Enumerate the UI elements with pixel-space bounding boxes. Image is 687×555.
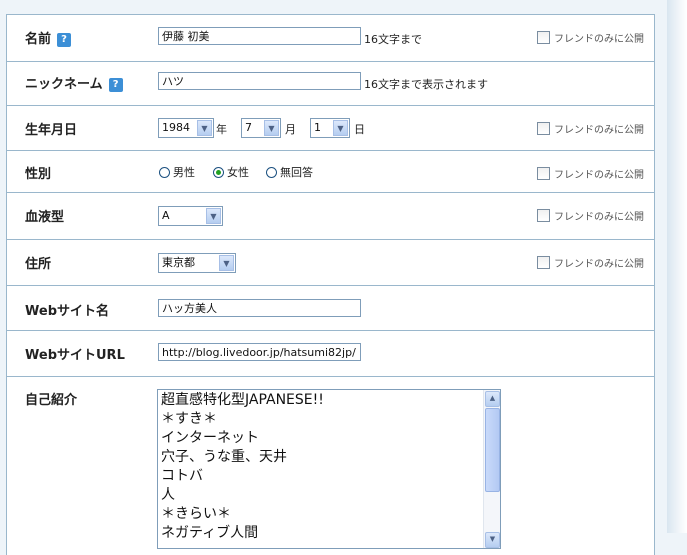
gender-male-radio[interactable]: 男性 — [159, 164, 195, 180]
nickname-note: 16文字まで表示されます — [364, 78, 488, 91]
intro-text: 超直感特化型JAPANESE!! ＊すき＊ インターネット穴子、うな重、天井 コトバ人… — [161, 391, 324, 543]
year-unit: 年 — [216, 123, 227, 136]
blood-type-public-option[interactable]: フレンドのみに公開 — [537, 208, 644, 223]
intro-textarea[interactable]: 超直感特化型JAPANESE!! ＊すき＊ インターネット穴子、うな重、天井 コトバ人… — [157, 389, 501, 549]
row-blood-type: 血液型 A ▼ フレンドのみに公開 — [7, 192, 654, 240]
website-url-label: WebサイトURL — [25, 348, 125, 363]
row-birthday: 生年月日 1984 ▼ 年 7 ▼ 月 1 ▼ 日 フレンドのみに公開 — [7, 105, 654, 151]
website-name-input[interactable]: ハッ方美人 — [158, 299, 361, 317]
radio-icon[interactable] — [159, 167, 170, 178]
address-select[interactable]: 東京都 ▼ — [158, 253, 236, 273]
blood-type-label: 血液型 — [25, 210, 65, 225]
birthday-public-option[interactable]: フレンドのみに公開 — [537, 121, 644, 136]
help-icon[interactable]: ? — [57, 32, 72, 47]
checkbox-icon[interactable] — [537, 122, 550, 135]
checkbox-icon[interactable] — [537, 31, 550, 44]
nickname-label: ニックネーム? — [25, 73, 123, 92]
scrollbar[interactable]: ▲ ▼ — [483, 390, 500, 548]
day-unit: 日 — [354, 123, 365, 136]
checkbox-icon[interactable] — [537, 256, 550, 269]
chevron-down-icon[interactable]: ▼ — [197, 120, 212, 136]
row-nickname: ニックネーム? ハツ 16文字まで表示されます — [7, 61, 654, 106]
website-name-label: Webサイト名 — [25, 304, 109, 319]
birth-month-select[interactable]: 7 ▼ — [241, 118, 281, 138]
blood-type-select[interactable]: A ▼ — [158, 206, 223, 226]
month-unit: 月 — [285, 123, 296, 136]
name-note: 16文字まで — [364, 33, 422, 46]
help-icon[interactable]: ? — [108, 77, 123, 92]
name-label: 名前? — [25, 28, 72, 47]
address-label: 住所 — [25, 257, 52, 272]
birthday-label: 生年月日 — [25, 123, 78, 138]
checkbox-icon[interactable] — [537, 209, 550, 222]
intro-label: 自己紹介 — [25, 393, 78, 408]
row-gender: 性別 男性 女性 無回答 フレンドのみに公開 — [7, 150, 654, 193]
intro-line: ＊すき＊ — [161, 411, 217, 427]
chevron-down-icon[interactable]: ▼ — [333, 120, 348, 136]
row-website-name: Webサイト名 ハッ方美人 — [7, 285, 654, 331]
row-address: 住所 東京都 ▼ フレンドのみに公開 — [7, 239, 654, 286]
chevron-down-icon[interactable]: ▼ — [264, 120, 279, 136]
gender-public-option[interactable]: フレンドのみに公開 — [537, 166, 644, 181]
gender-label: 性別 — [25, 167, 52, 182]
name-input[interactable]: 伊藤 初美 — [158, 27, 361, 45]
radio-icon[interactable] — [266, 167, 277, 178]
chevron-down-icon[interactable]: ▼ — [219, 255, 234, 271]
row-website-url: WebサイトURL http://blog.livedoor.jp/hatsum… — [7, 330, 654, 377]
intro-line: ＊きらい＊ — [161, 506, 231, 522]
profile-form: 名前? 伊藤 初美 16文字まで フレンドのみに公開 ニックネーム? ハツ 16… — [6, 14, 655, 555]
intro-line: 人 — [161, 487, 175, 503]
intro-line: ネガティブ人間 — [161, 525, 259, 541]
scroll-up-icon[interactable]: ▲ — [485, 391, 500, 407]
page-edge-decoration — [667, 0, 687, 533]
radio-selected-icon[interactable] — [213, 167, 224, 178]
address-public-option[interactable]: フレンドのみに公開 — [537, 255, 644, 270]
name-public-option[interactable]: フレンドのみに公開 — [537, 30, 644, 45]
intro-line: 穴子、うな重、天井 — [161, 449, 287, 465]
intro-line: コトバ — [161, 468, 203, 484]
row-name: 名前? 伊藤 初美 16文字まで フレンドのみに公開 — [7, 15, 654, 62]
chevron-down-icon[interactable]: ▼ — [206, 208, 221, 224]
intro-line: インターネット — [161, 430, 259, 446]
checkbox-icon[interactable] — [537, 167, 550, 180]
scroll-down-icon[interactable]: ▼ — [485, 532, 500, 548]
intro-line: 超直感特化型JAPANESE!! — [161, 392, 324, 408]
website-url-input[interactable]: http://blog.livedoor.jp/hatsumi82jp/ — [158, 343, 361, 361]
gender-none-radio[interactable]: 無回答 — [266, 164, 313, 180]
nickname-input[interactable]: ハツ — [158, 72, 361, 90]
birth-day-select[interactable]: 1 ▼ — [310, 118, 350, 138]
birth-year-select[interactable]: 1984 ▼ — [158, 118, 214, 138]
gender-female-radio[interactable]: 女性 — [213, 164, 249, 180]
scrollbar-thumb[interactable] — [485, 408, 500, 492]
